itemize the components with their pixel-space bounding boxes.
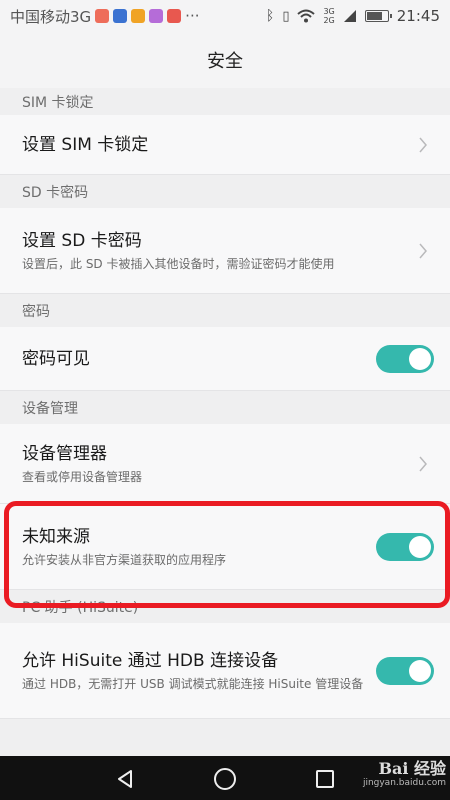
toggle-knob	[409, 659, 431, 682]
sd-password-subtitle: 设置后，此 SD 卡被插入其他设备时，需验证密码才能使用	[22, 256, 335, 271]
hisuite-hdb-toggle[interactable]	[376, 656, 434, 685]
password-visible-title: 密码可见	[22, 348, 90, 369]
carrier-label: 中国移动3G	[10, 7, 92, 26]
unknown-sources-row[interactable]: 未知来源 允许安装从非官方渠道获取的应用程序	[0, 504, 450, 590]
settings-list[interactable]: SIM 卡锁定 设置 SIM 卡锁定 SD 卡密码 设置 SD 卡密码 设置后，…	[0, 88, 450, 756]
section-header-sim: SIM 卡锁定	[22, 94, 94, 111]
baidu-jingyan-watermark: Bai 经验 jingyan.baidu.com	[363, 760, 446, 789]
section-header-sd: SD 卡密码	[22, 184, 89, 201]
back-triangle-icon	[118, 770, 132, 788]
battery-icon	[364, 10, 392, 22]
signal-icon	[343, 10, 356, 22]
status-bar: 中国移动3G ··· ᛒ ▯ 3G 2G 21:45	[0, 0, 450, 32]
gallery-app-icon	[149, 9, 164, 23]
section-header-password: 密码	[22, 303, 50, 320]
watermark-brand: Bai 经验	[378, 759, 446, 778]
chevron-right-icon	[412, 453, 434, 475]
game-app-icon	[167, 9, 182, 23]
hisuite-hdb-row[interactable]: 允许 HiSuite 通过 HDB 连接设备 通过 HDB，无需打开 USB 调…	[0, 623, 450, 719]
hisuite-hdb-title: 允许 HiSuite 通过 HDB 连接设备	[22, 650, 279, 671]
vibrate-icon: ▯	[282, 8, 290, 24]
password-visible-toggle[interactable]	[376, 344, 434, 373]
unknown-sources-toggle[interactable]	[376, 532, 434, 561]
app-bar: 安全	[0, 32, 450, 88]
sd-password-title: 设置 SD 卡密码	[22, 230, 142, 251]
device-admin-row[interactable]: 设备管理器 查看或停用设备管理器	[0, 424, 450, 504]
device-admin-subtitle: 查看或停用设备管理器	[22, 469, 143, 484]
sim-lock-title: 设置 SIM 卡锁定	[22, 134, 149, 155]
network-type-indicator: 3G 2G	[323, 7, 335, 25]
hisuite-hdb-subtitle: 通过 HDB，无需打开 USB 调试模式就能连接 HiSuite 管理设备	[22, 676, 364, 691]
navigation-bar: Bai 经验 jingyan.baidu.com	[0, 756, 450, 800]
wifi-icon	[297, 9, 316, 23]
more-notifications-icon: ···	[185, 7, 200, 25]
recents-button[interactable]	[310, 764, 340, 794]
section-header-device-management: 设备管理	[22, 400, 78, 417]
sim-lock-row[interactable]: 设置 SIM 卡锁定	[0, 115, 450, 175]
sd-password-row[interactable]: 设置 SD 卡密码 设置后，此 SD 卡被插入其他设备时，需验证密码才能使用	[0, 208, 450, 294]
chevron-right-icon	[412, 240, 434, 262]
notification-app-icon	[95, 9, 110, 23]
baidu-paw-icon	[113, 9, 128, 23]
chevron-right-icon	[412, 134, 434, 156]
password-visible-row[interactable]: 密码可见	[0, 327, 450, 391]
page-title: 安全	[207, 51, 243, 72]
toggle-knob	[409, 535, 431, 558]
shopping-bag-icon	[131, 9, 146, 23]
unknown-sources-subtitle: 允许安装从非官方渠道获取的应用程序	[22, 552, 227, 567]
recents-square-icon	[316, 770, 334, 788]
toggle-knob	[409, 347, 431, 370]
home-circle-icon	[214, 768, 236, 790]
device-admin-title: 设备管理器	[22, 443, 107, 464]
clock: 21:45	[396, 7, 440, 25]
home-button[interactable]	[210, 764, 240, 794]
section-header-hisuite: PC 助手 (HiSuite)	[22, 599, 139, 616]
back-button[interactable]	[110, 764, 140, 794]
watermark-url: jingyan.baidu.com	[362, 778, 446, 788]
unknown-sources-title: 未知来源	[22, 526, 90, 547]
bluetooth-icon: ᛒ	[265, 8, 275, 24]
